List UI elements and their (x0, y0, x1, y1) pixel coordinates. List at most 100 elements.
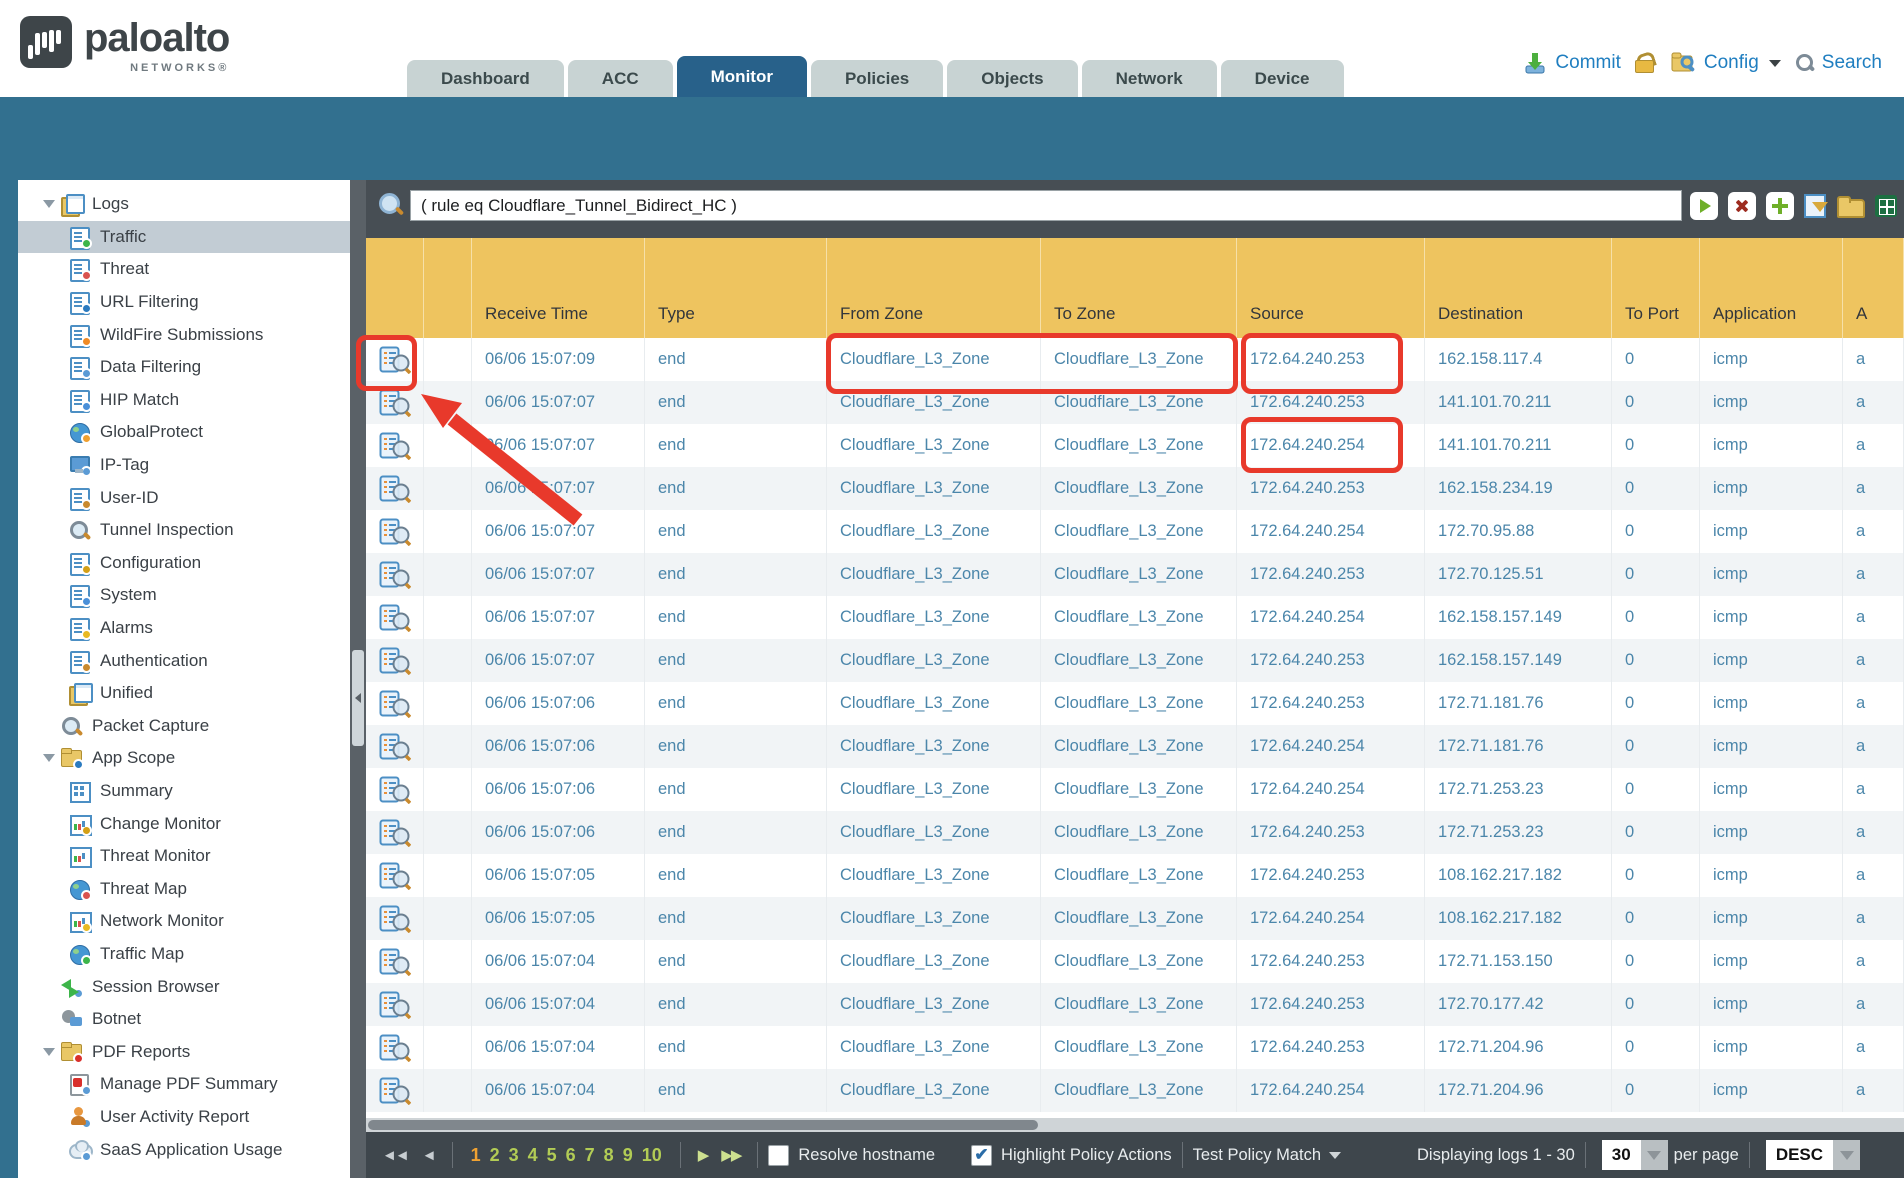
sidebar-item-authentication[interactable]: Authentication (18, 644, 350, 677)
table-row[interactable]: 06/06 15:07:04endCloudflare_L3_ZoneCloud… (366, 1026, 1904, 1069)
sidebar-item-network-monitor[interactable]: Network Monitor (18, 905, 350, 938)
log-detail-button[interactable] (366, 338, 424, 381)
horizontal-scrollbar-thumb[interactable] (368, 1120, 1038, 1130)
table-row[interactable]: 06/06 15:07:07endCloudflare_L3_ZoneCloud… (366, 381, 1904, 424)
sidebar-item-tunnel-inspection[interactable]: Tunnel Inspection (18, 514, 350, 547)
sidebar-item-packet-capture[interactable]: Packet Capture (18, 710, 350, 743)
column-header-type[interactable]: Type (645, 238, 827, 338)
tab-dashboard[interactable]: Dashboard (407, 60, 564, 97)
table-row[interactable]: 06/06 15:07:07endCloudflare_L3_ZoneCloud… (366, 596, 1904, 639)
sidebar-item-threat-monitor[interactable]: Threat Monitor (18, 840, 350, 873)
page-number-6[interactable]: 6 (566, 1145, 576, 1166)
sidebar-item-pdf-reports[interactable]: PDF Reports (18, 1035, 350, 1068)
table-row[interactable]: 06/06 15:07:06endCloudflare_L3_ZoneCloud… (366, 768, 1904, 811)
table-row[interactable]: 06/06 15:07:07endCloudflare_L3_ZoneCloud… (366, 424, 1904, 467)
table-row[interactable]: 06/06 15:07:06endCloudflare_L3_ZoneCloud… (366, 682, 1904, 725)
column-header-to-zone[interactable]: To Zone (1041, 238, 1237, 338)
log-detail-button[interactable] (366, 897, 424, 940)
log-detail-button[interactable] (366, 1026, 424, 1069)
sidebar-item-session-browser[interactable]: Session Browser (18, 970, 350, 1003)
last-page-button[interactable]: ▶▶ (721, 1146, 740, 1164)
sidebar-item-threat[interactable]: Threat (18, 253, 350, 286)
sidebar-item-botnet[interactable]: Botnet (18, 1003, 350, 1036)
column-header-receive-time[interactable]: Receive Time (472, 238, 645, 338)
export-csv-button[interactable] (1872, 192, 1900, 220)
filter-query-input[interactable] (410, 190, 1682, 221)
sidebar-item-alarms[interactable]: Alarms (18, 612, 350, 645)
sidebar-item-data-filtering[interactable]: Data Filtering (18, 351, 350, 384)
log-detail-button[interactable] (366, 467, 424, 510)
test-policy-match-button[interactable]: Test Policy Match (1193, 1146, 1341, 1165)
column-header-source[interactable]: Source (1237, 238, 1425, 338)
tab-device[interactable]: Device (1221, 60, 1344, 97)
log-detail-button[interactable] (366, 940, 424, 983)
sidebar-item-traffic-map[interactable]: Traffic Map (18, 938, 350, 971)
sidebar-item-url-filtering[interactable]: URL Filtering (18, 286, 350, 319)
table-row[interactable]: 06/06 15:07:09endCloudflare_L3_ZoneCloud… (366, 338, 1904, 381)
prev-page-button[interactable]: ◄ (422, 1147, 435, 1164)
expander-icon[interactable] (42, 751, 56, 765)
sidebar-item-threat-map[interactable]: Threat Map (18, 872, 350, 905)
page-number-7[interactable]: 7 (585, 1145, 595, 1166)
expander-icon[interactable] (42, 197, 56, 211)
table-row[interactable]: 06/06 15:07:06endCloudflare_L3_ZoneCloud… (366, 811, 1904, 854)
commit-button[interactable]: Commit (1524, 52, 1620, 74)
log-detail-button[interactable] (366, 639, 424, 682)
table-row[interactable]: 06/06 15:07:06endCloudflare_L3_ZoneCloud… (366, 725, 1904, 768)
per-page-select[interactable]: 30 (1602, 1140, 1668, 1170)
resolve-hostname-checkbox[interactable] (768, 1145, 789, 1166)
table-row[interactable]: 06/06 15:07:07endCloudflare_L3_ZoneCloud… (366, 467, 1904, 510)
table-row[interactable]: 06/06 15:07:07endCloudflare_L3_ZoneCloud… (366, 510, 1904, 553)
table-row[interactable]: 06/06 15:07:04endCloudflare_L3_ZoneCloud… (366, 940, 1904, 983)
page-number-3[interactable]: 3 (509, 1145, 519, 1166)
log-detail-button[interactable] (366, 983, 424, 1026)
log-detail-button[interactable] (366, 510, 424, 553)
tab-acc[interactable]: ACC (568, 60, 673, 97)
log-detail-button[interactable] (366, 424, 424, 467)
sidebar-collapse-handle[interactable] (352, 650, 364, 746)
page-number-9[interactable]: 9 (623, 1145, 633, 1166)
log-detail-button[interactable] (366, 381, 424, 424)
lock-icon[interactable] (1635, 53, 1657, 73)
column-header-application[interactable]: Application (1700, 238, 1843, 338)
sidebar-item-hip-match[interactable]: HIP Match (18, 384, 350, 417)
sort-order-select[interactable]: DESC (1766, 1140, 1860, 1170)
sidebar-item-app-scope[interactable]: App Scope (18, 742, 350, 775)
search-button[interactable]: Search (1795, 52, 1882, 74)
page-number-8[interactable]: 8 (604, 1145, 614, 1166)
page-number-1[interactable]: 1 (471, 1145, 481, 1166)
sidebar-item-user-activity-report[interactable]: User Activity Report (18, 1101, 350, 1134)
config-menu[interactable]: Config (1671, 52, 1781, 74)
sidebar-item-ip-tag[interactable]: IP-Tag (18, 449, 350, 482)
sidebar-item-saas-application-usage[interactable]: SaaS Application Usage (18, 1133, 350, 1166)
column-header-destination[interactable]: Destination (1425, 238, 1612, 338)
sidebar-item-system[interactable]: System (18, 579, 350, 612)
sidebar-item-globalprotect[interactable]: GlobalProtect (18, 416, 350, 449)
log-detail-button[interactable] (366, 811, 424, 854)
load-filter-button[interactable] (1836, 192, 1864, 220)
column-header-a[interactable]: A (1843, 238, 1904, 338)
sidebar-item-traffic[interactable]: Traffic (18, 221, 350, 254)
tab-monitor[interactable]: Monitor (677, 56, 807, 97)
log-detail-button[interactable] (366, 553, 424, 596)
highlight-policy-actions-checkbox[interactable] (971, 1145, 992, 1166)
filter-builder-button[interactable] (1802, 192, 1830, 220)
table-row[interactable]: 06/06 15:07:04endCloudflare_L3_ZoneCloud… (366, 1069, 1904, 1112)
sidebar-item-user-id[interactable]: User-ID (18, 481, 350, 514)
sidebar-item-unified[interactable]: Unified (18, 677, 350, 710)
log-detail-button[interactable] (366, 854, 424, 897)
sidebar-item-wildfire-submissions[interactable]: WildFire Submissions (18, 318, 350, 351)
page-number-2[interactable]: 2 (490, 1145, 500, 1166)
first-page-button[interactable]: ◄◄ (382, 1147, 408, 1164)
horizontal-scrollbar[interactable] (366, 1118, 1904, 1132)
clear-filter-button[interactable] (1728, 192, 1756, 220)
log-detail-button[interactable] (366, 596, 424, 639)
table-row[interactable]: 06/06 15:07:07endCloudflare_L3_ZoneCloud… (366, 553, 1904, 596)
sidebar-item-change-monitor[interactable]: Change Monitor (18, 807, 350, 840)
page-number-4[interactable]: 4 (528, 1145, 538, 1166)
log-detail-button[interactable] (366, 725, 424, 768)
log-detail-button[interactable] (366, 768, 424, 811)
expander-icon[interactable] (42, 1045, 56, 1059)
column-header-to-port[interactable]: To Port (1612, 238, 1700, 338)
table-row[interactable]: 06/06 15:07:05endCloudflare_L3_ZoneCloud… (366, 897, 1904, 940)
